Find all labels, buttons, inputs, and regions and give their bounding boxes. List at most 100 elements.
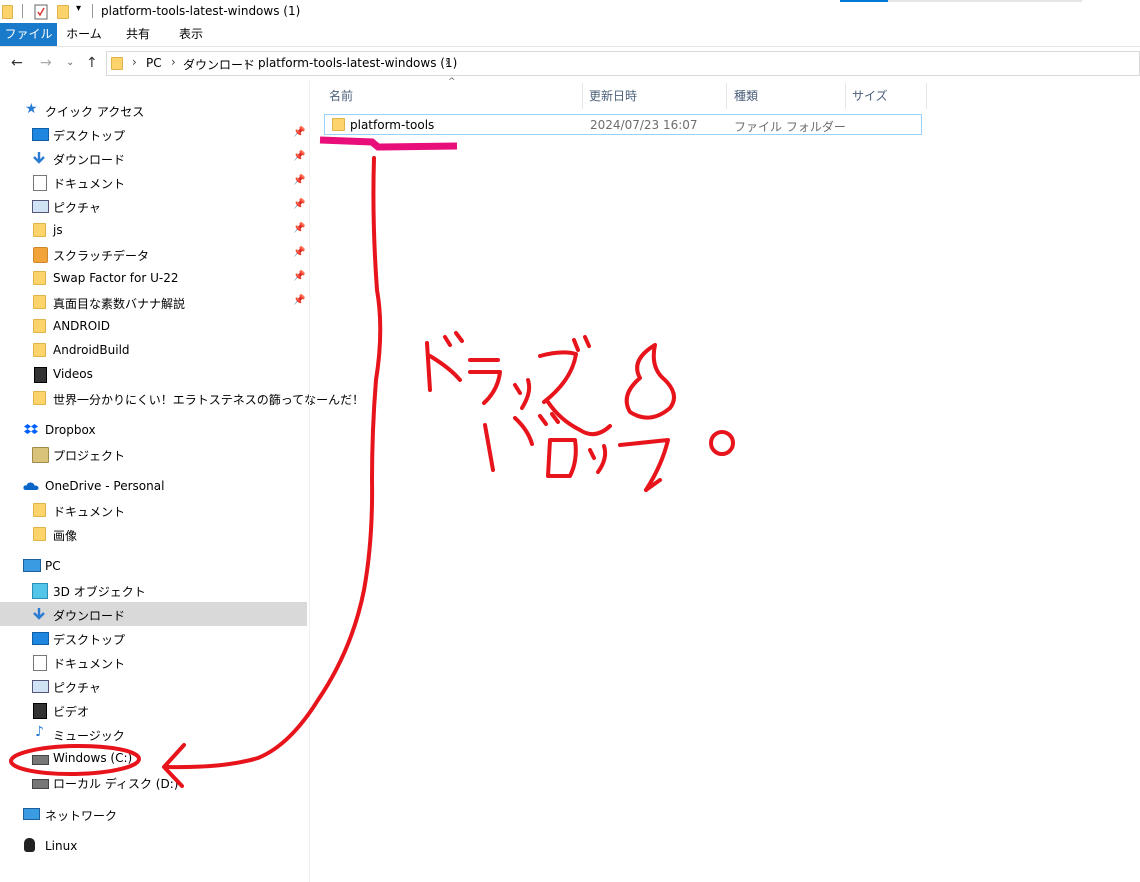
tab-file[interactable]: ファイル [0,23,57,46]
pin-icon[interactable]: 📌 [293,247,305,258]
sidebar-item-onedrive-images[interactable]: 画像 [0,522,307,546]
document-icon [33,655,47,671]
chevron-right-icon[interactable]: › [132,55,137,69]
pin-icon[interactable]: 📌 [293,271,305,282]
sidebar-item-pc[interactable]: PC [0,554,307,578]
file-type: ファイル フォルダー [734,120,846,134]
folder-icon [33,295,46,309]
folder-icon [33,343,46,357]
sidebar-item-label: 3D オブジェクト [53,585,146,599]
sidebar-item-linux[interactable]: Linux [0,834,307,858]
sidebar-item-videos[interactable]: Videos [0,362,307,386]
window-title: platform-tools-latest-windows (1) [101,4,301,18]
sidebar-item-project[interactable]: プロジェクト [0,442,307,466]
folder-icon [33,223,46,237]
desktop-icon [32,632,49,645]
sidebar-item-pc-music[interactable]: ♪ ミュージック [0,722,307,746]
sidebar-item-label: プロジェクト [53,449,126,463]
sidebar-item-onedrive-documents[interactable]: ドキュメント [0,498,307,522]
sidebar-item-pc-documents[interactable]: ドキュメント [0,650,307,674]
sidebar-item-local-disk-d[interactable]: ローカル ディスク (D:) [0,770,307,794]
breadcrumb-pc[interactable]: PC [146,56,162,70]
sidebar-item-network[interactable]: ネットワーク [0,802,307,826]
sidebar-item-label: Dropbox [45,423,96,437]
sidebar-item-label: ピクチャ [53,201,101,215]
sidebar-item-scratch-data[interactable]: スクラッチデータ 📌 [0,242,307,266]
new-folder-icon[interactable] [57,5,69,19]
star-icon: ★ [25,101,38,117]
window-control-strip[interactable] [888,0,1082,2]
sidebar-item-eratosthenes[interactable]: 世界一分かりにくい！エラトステネスの篩ってなーんだ！ [0,386,364,410]
sidebar-item-label: 真面目な素数バナナ解説 [53,297,186,311]
column-header-name[interactable]: 名前 [329,85,353,109]
column-header-size[interactable]: サイズ [852,85,888,109]
up-icon[interactable]: ↑ [86,55,98,71]
sidebar-item-label: Videos [53,367,93,381]
sidebar-item-documents[interactable]: ドキュメント 📌 [0,170,307,194]
window-control-highlight[interactable] [840,0,888,2]
pin-icon[interactable]: 📌 [293,127,305,138]
sidebar-item-quick-access[interactable]: ★ クイック アクセス [0,98,307,122]
folder-icon [332,118,345,131]
properties-icon[interactable] [33,4,49,20]
pin-icon[interactable]: 📌 [293,223,305,234]
forward-icon[interactable]: → [40,55,52,71]
sort-ascending-icon: ^ [448,77,456,87]
sidebar-item-label: 画像 [53,529,78,543]
sidebar-item-downloads[interactable]: ダウンロード 📌 [0,146,307,170]
sidebar-item-pc-downloads[interactable]: ダウンロード [0,602,307,626]
pane-splitter[interactable] [309,81,310,882]
column-divider[interactable] [845,83,846,109]
folder-icon [2,5,13,19]
chevron-right-icon[interactable]: › [445,55,450,69]
sidebar-item-pc-videos[interactable]: ビデオ [0,698,307,722]
sidebar-item-desktop[interactable]: デスクトップ 📌 [0,122,307,146]
chevron-right-icon[interactable]: › [244,55,249,69]
sidebar-item-label: ANDROID [53,319,110,333]
sidebar-item-label: ネットワーク [45,809,118,823]
sidebar-item-label: AndroidBuild [53,343,130,357]
pin-icon[interactable]: 📌 [293,295,305,306]
back-icon[interactable]: ← [11,55,23,71]
column-divider[interactable] [582,83,583,109]
sidebar-item-label: スクラッチデータ [53,249,150,263]
sidebar-item-pictures[interactable]: ピクチャ 📌 [0,194,307,218]
pin-icon[interactable]: 📌 [293,151,305,162]
picture-icon [32,200,49,213]
folder-icon [33,503,46,517]
sidebar-item-js[interactable]: js 📌 [0,218,307,242]
pin-icon[interactable]: 📌 [293,199,305,210]
onedrive-cloud-icon [23,482,39,490]
sidebar-item-swap-factor[interactable]: Swap Factor for U-22 📌 [0,266,307,290]
chevron-right-icon[interactable]: › [171,55,176,69]
tab-view[interactable]: 表示 [169,23,213,46]
tab-home[interactable]: ホーム [62,23,106,46]
sidebar-item-pc-pictures[interactable]: ピクチャ [0,674,307,698]
recent-locations-icon[interactable]: ⌄ [66,57,74,68]
pin-icon[interactable]: 📌 [293,175,305,186]
tab-share[interactable]: 共有 [117,23,159,46]
sidebar-item-prime-banana[interactable]: 真面目な素数バナナ解説 📌 [0,290,307,314]
sidebar-item-pc-desktop[interactable]: デスクトップ [0,626,307,650]
folder-icon [33,391,46,405]
sidebar-item-label: ドキュメント [53,177,126,191]
desktop-icon [32,128,49,141]
sidebar-item-androidbuild[interactable]: AndroidBuild [0,338,307,362]
sidebar-item-3d-objects[interactable]: 3D オブジェクト [0,578,307,602]
column-divider[interactable] [926,83,927,109]
column-header-modified[interactable]: 更新日時 [589,85,637,109]
address-bar[interactable]: › PC › ダウンロード › platform-tools-latest-wi… [106,51,1140,76]
breadcrumb-platform-tools-latest-windows[interactable]: platform-tools-latest-windows (1) [258,56,457,70]
file-row-platform-tools[interactable]: platform-tools 2024/07/23 16:07 ファイル フォル… [324,114,922,135]
customize-quick-access-icon[interactable]: ▾ [76,3,81,19]
column-divider[interactable] [726,83,727,109]
sidebar-item-dropbox[interactable]: Dropbox [0,418,307,442]
sidebar-item-android[interactable]: ANDROID [0,314,307,338]
download-icon [33,608,45,620]
sidebar-item-onedrive[interactable]: OneDrive - Personal [0,474,307,498]
sidebar-item-windows-c[interactable]: Windows (C:) [0,746,307,770]
file-modified: 2024/07/23 16:07 [590,118,698,132]
sidebar-item-label: デスクトップ [53,633,126,647]
picture-icon [32,680,49,693]
column-header-type[interactable]: 種類 [734,85,758,109]
